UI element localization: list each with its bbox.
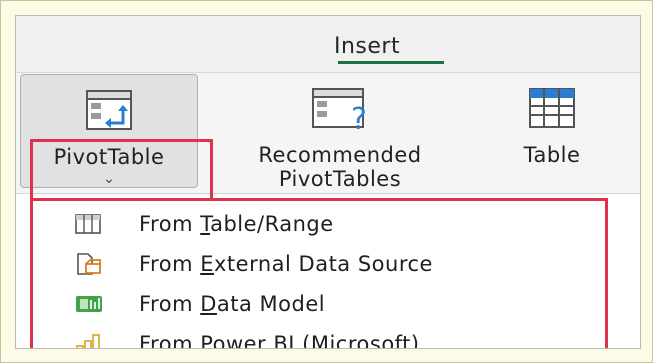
ribbon-tab-bar: Insert xyxy=(16,16,640,73)
pivottable-highlight-box xyxy=(30,139,213,201)
tab-insert[interactable]: Insert xyxy=(334,34,400,59)
pivottable-icon xyxy=(81,85,137,139)
recommended-pivottables-icon: ? xyxy=(305,83,375,137)
svg-text:?: ? xyxy=(351,102,367,133)
table-icon xyxy=(524,83,580,137)
dropdown-highlight-box xyxy=(30,198,608,348)
table-label: Table xyxy=(523,143,581,167)
screenshot-frame: Insert PivotTable ⌄ ? Recommended PivotT… xyxy=(0,0,653,363)
excel-ribbon-panel: Insert PivotTable ⌄ ? Recommended PivotT… xyxy=(15,15,641,349)
recommended-pivottables-label: Recommended PivotTables xyxy=(258,143,422,191)
tab-insert-underline xyxy=(338,61,444,64)
table-button[interactable]: Table xyxy=(482,73,622,191)
recommended-pivottables-button[interactable]: ? Recommended PivotTables xyxy=(210,73,470,191)
